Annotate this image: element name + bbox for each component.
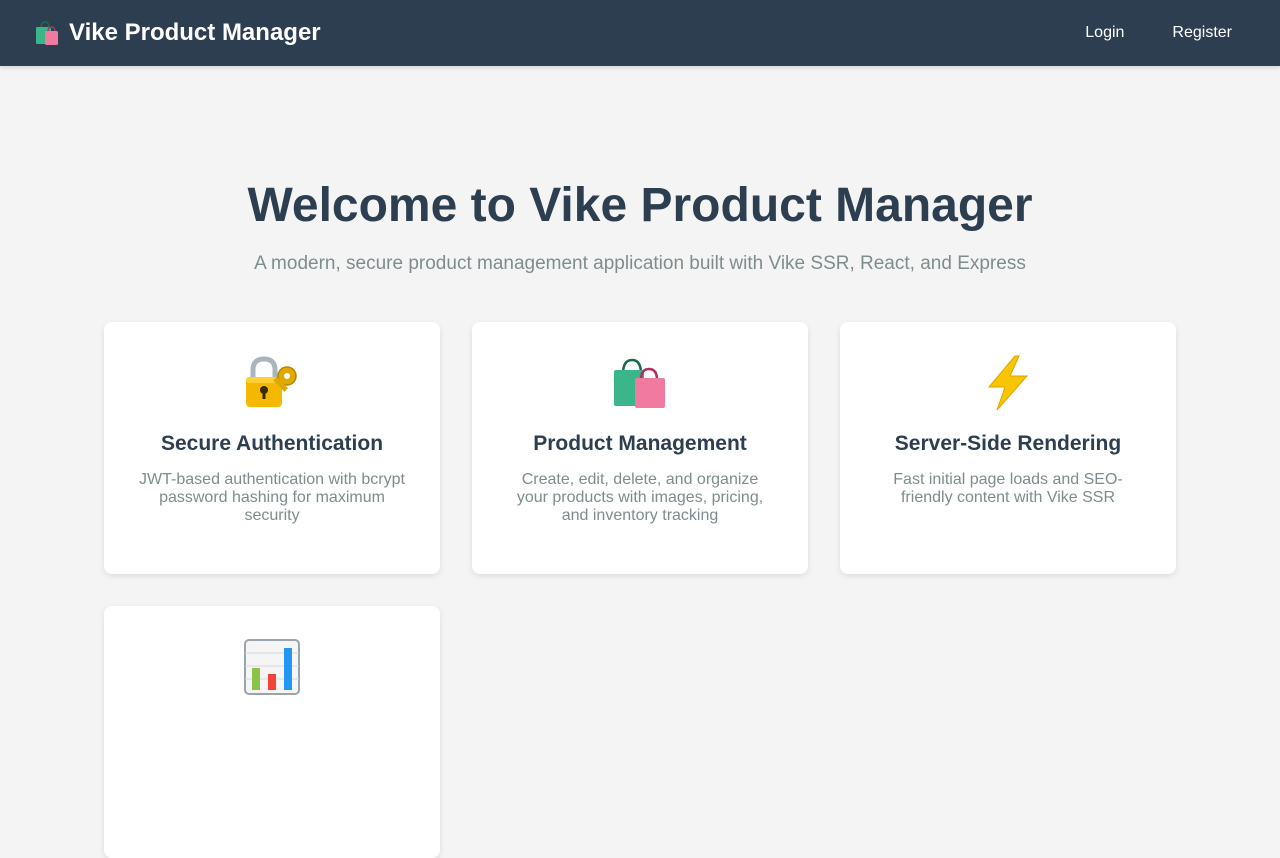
brand-link[interactable]: Vike Product Manager: [32, 17, 321, 49]
feature-card-authentication: Secure Authentication JWT-based authenti…: [104, 322, 440, 574]
lightning-icon: [840, 354, 1176, 412]
lock-with-key-icon: [104, 354, 440, 412]
shopping-bags-icon: [32, 18, 62, 48]
hero-section: Welcome to Vike Product Manager A modern…: [0, 178, 1280, 276]
feature-card-products: Product Management Create, edit, delete,…: [472, 322, 808, 574]
page-subtitle: A modern, secure product management appl…: [254, 253, 1026, 274]
feature-title: Server-Side Rendering: [894, 432, 1122, 455]
feature-description: JWT-based authentication with bcrypt pas…: [139, 471, 405, 524]
feature-card-analytics: [104, 606, 440, 858]
feature-title: Secure Authentication: [160, 432, 384, 455]
brand-title: Vike Product Manager: [69, 19, 321, 46]
feature-description: Create, edit, delete, and organize your …: [516, 471, 764, 524]
register-link[interactable]: Register: [1156, 18, 1248, 48]
feature-description: Fast initial page loads and SEO-friendly…: [893, 471, 1123, 506]
feature-card-ssr: Server-Side Rendering Fast initial page …: [840, 322, 1176, 574]
shopping-bags-icon: [472, 354, 808, 412]
feature-title: Product Management: [533, 432, 747, 455]
bar-chart-icon: [104, 638, 440, 696]
nav-links: Login Register: [1053, 17, 1248, 49]
login-link[interactable]: Login: [1069, 18, 1140, 48]
navbar: Vike Product Manager Login Register: [0, 0, 1280, 66]
page-title: Welcome to Vike Product Manager: [247, 179, 1033, 232]
